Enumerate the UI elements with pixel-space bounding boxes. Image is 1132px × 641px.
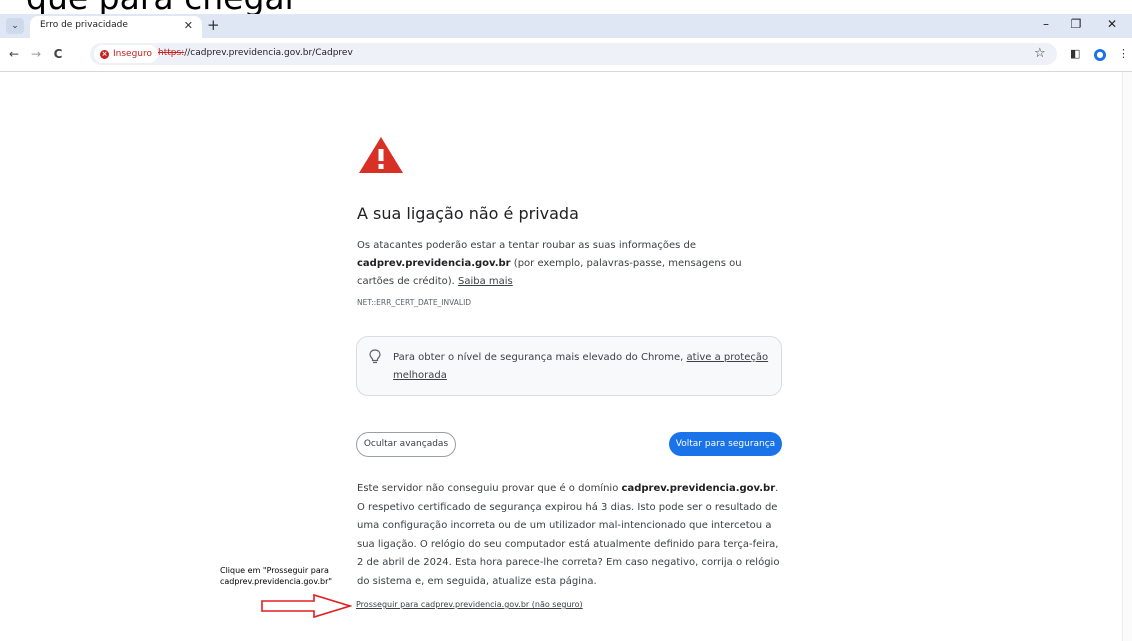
insecure-chip[interactable]: × Inseguro (94, 45, 159, 63)
error-code: NET::ERR_CERT_DATE_INVALID (357, 298, 472, 307)
tab-title: Erro de privacidade (40, 20, 128, 30)
forward-button[interactable]: → (28, 47, 44, 61)
proceed-unsafe-link[interactable]: Prosseguir para cadprev.previdencia.gov.… (356, 600, 583, 609)
back-to-safety-button[interactable]: Voltar para segurança (669, 432, 782, 456)
tab-search-button[interactable]: ⌄ (6, 18, 24, 34)
details-domain: cadprev.previdencia.gov.br (621, 483, 776, 494)
close-window-button[interactable]: ✕ (1102, 17, 1122, 31)
url-scheme: https: (158, 48, 185, 58)
warning-triangle-icon (359, 137, 403, 173)
annotation-note: Clique em "Prosseguir para cadprev.previ… (220, 565, 332, 587)
maximize-button[interactable]: ❐ (1066, 17, 1086, 31)
back-button[interactable]: ← (6, 47, 22, 61)
url-text[interactable]: https://cadprev.previdencia.gov.br/Cadpr… (158, 48, 353, 58)
tab-strip: ⌄ Erro de privacidade ✕ + – ❐ ✕ (0, 14, 1132, 38)
details-text-2: . O respetivo certificado de segurança e… (357, 483, 780, 587)
annotation-arrow-icon (261, 593, 352, 619)
lightbulb-icon (369, 349, 381, 364)
annotation-line-1: Clique em "Prosseguir para (220, 566, 329, 575)
learn-more-link[interactable]: Saiba mais (458, 276, 513, 287)
new-tab-button[interactable]: + (207, 16, 220, 34)
address-bar[interactable]: × Inseguro https://cadprev.previdencia.g… (90, 43, 1057, 65)
tip-text: Para obter o nível de segurança mais ele… (393, 349, 773, 385)
details-text-1: Este servidor não conseguiu provar que é… (357, 483, 622, 494)
menu-icon[interactable]: ⋮ (1118, 47, 1129, 60)
insecure-label: Inseguro (113, 49, 153, 59)
details-message: Este servidor não conseguiu provar que é… (357, 480, 787, 592)
annotation-line-2: cadprev.previdencia.gov.br" (220, 577, 333, 586)
main-message: Os atacantes poderão estar a tentar roub… (357, 237, 777, 291)
side-panel-icon[interactable]: ◧ (1070, 47, 1080, 60)
page-title: A sua ligação não é privada (357, 204, 579, 223)
insecure-icon: × (100, 49, 109, 59)
toolbar: ← → C × Inseguro https://cadprev.previde… (0, 38, 1132, 72)
main-domain: cadprev.previdencia.gov.br (357, 258, 511, 269)
hide-advanced-button[interactable]: Ocultar avançadas (356, 432, 456, 457)
minimize-button[interactable]: – (1036, 17, 1056, 31)
tab-close-icon[interactable]: ✕ (184, 19, 193, 32)
url-rest: //cadprev.previdencia.gov.br/Cadprev (184, 48, 353, 58)
enhanced-protection-tip: Para obter o nível de segurança mais ele… (356, 336, 782, 396)
scrollbar[interactable] (1122, 72, 1132, 641)
bookmark-star-icon[interactable]: ☆ (1034, 46, 1046, 61)
tab-privacy-error[interactable]: Erro de privacidade ✕ (30, 16, 202, 38)
tip-text-1: Para obter o nível de segurança mais ele… (393, 352, 687, 363)
main-text-1: Os atacantes poderão estar a tentar roub… (357, 240, 697, 251)
profile-avatar[interactable]: ● (1094, 49, 1106, 61)
reload-button[interactable]: C (50, 47, 66, 61)
